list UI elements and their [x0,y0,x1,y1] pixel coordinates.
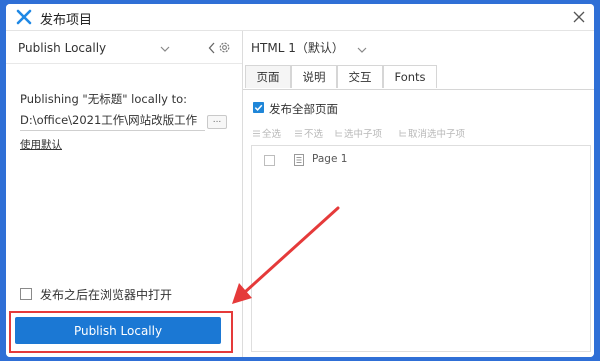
dialog-title: 发布项目 [40,13,93,28]
page-checkbox[interactable] [264,155,275,166]
tree-icon [335,130,342,137]
chevron-down-icon [160,46,170,52]
close-icon[interactable] [570,8,588,26]
publish-all-pages-label: 发布全部页面 [269,102,338,116]
publish-locally-button[interactable]: Publish Locally [15,317,221,344]
tab-pages[interactable]: 页面 [245,65,291,88]
deselect-label: 不选 [304,129,324,140]
left-header-divider [6,63,242,64]
title-bar: 发布项目 [6,4,594,31]
axure-logo-icon [16,9,32,25]
tab-fonts[interactable]: Fonts [383,65,437,88]
publish-target-select[interactable]: Publish Locally [18,39,170,59]
tab-notes[interactable]: 说明 [291,65,337,88]
list-icon [253,130,260,137]
browse-button[interactable]: ... [207,115,227,129]
deselect-children-tool[interactable]: 取消选中子项 [399,126,465,140]
gear-icon[interactable] [217,40,232,55]
publish-path-field[interactable] [20,110,205,131]
select-children-tool[interactable]: 选中子项 [335,126,382,140]
tab-interactions[interactable]: 交互 [337,65,383,88]
publish-description: Publishing "无标题" locally to: [20,92,188,106]
deselect-children-label: 取消选中子项 [408,129,466,140]
html-config-select[interactable]: HTML 1（默认） [251,39,367,59]
publish-target-label: Publish Locally [18,41,107,55]
page-tree: Page 1 [251,145,591,352]
select-all-label: 全选 [262,129,282,140]
collapse-left-icon[interactable] [208,42,216,54]
publish-all-pages-checkbox[interactable] [253,102,264,113]
tree-icon [399,130,406,137]
page-icon [294,154,304,166]
chevron-down-icon [357,47,367,53]
page-label: Page 1 [312,153,348,165]
select-all-tool[interactable]: 全选 [253,126,281,140]
deselect-tool[interactable]: 不选 [295,126,323,140]
open-after-publish-label: 发布之后在浏览器中打开 [40,288,173,302]
left-pane: Publish Locally Publishing "无标题" locally… [6,31,243,357]
use-default-link[interactable]: 使用默认 [20,137,62,152]
list-icon [295,130,302,137]
html-config-label: HTML 1（默认） [251,41,344,55]
list-item[interactable]: Page 1 [252,150,590,170]
settings-tabs: 页面 说明 交互 Fonts [243,65,594,90]
select-children-label: 选中子项 [344,129,383,140]
open-after-publish-checkbox[interactable] [20,288,32,300]
right-pane: HTML 1（默认） 页面 说明 交互 Fonts 发布全部页面 全选 不选 选… [243,31,594,357]
page-selection-toolbar: 全选 不选 选中子项 取消选中子项 [253,126,593,140]
publish-dialog: 发布项目 Publish Locally Publishing "无标题" lo… [6,4,594,357]
